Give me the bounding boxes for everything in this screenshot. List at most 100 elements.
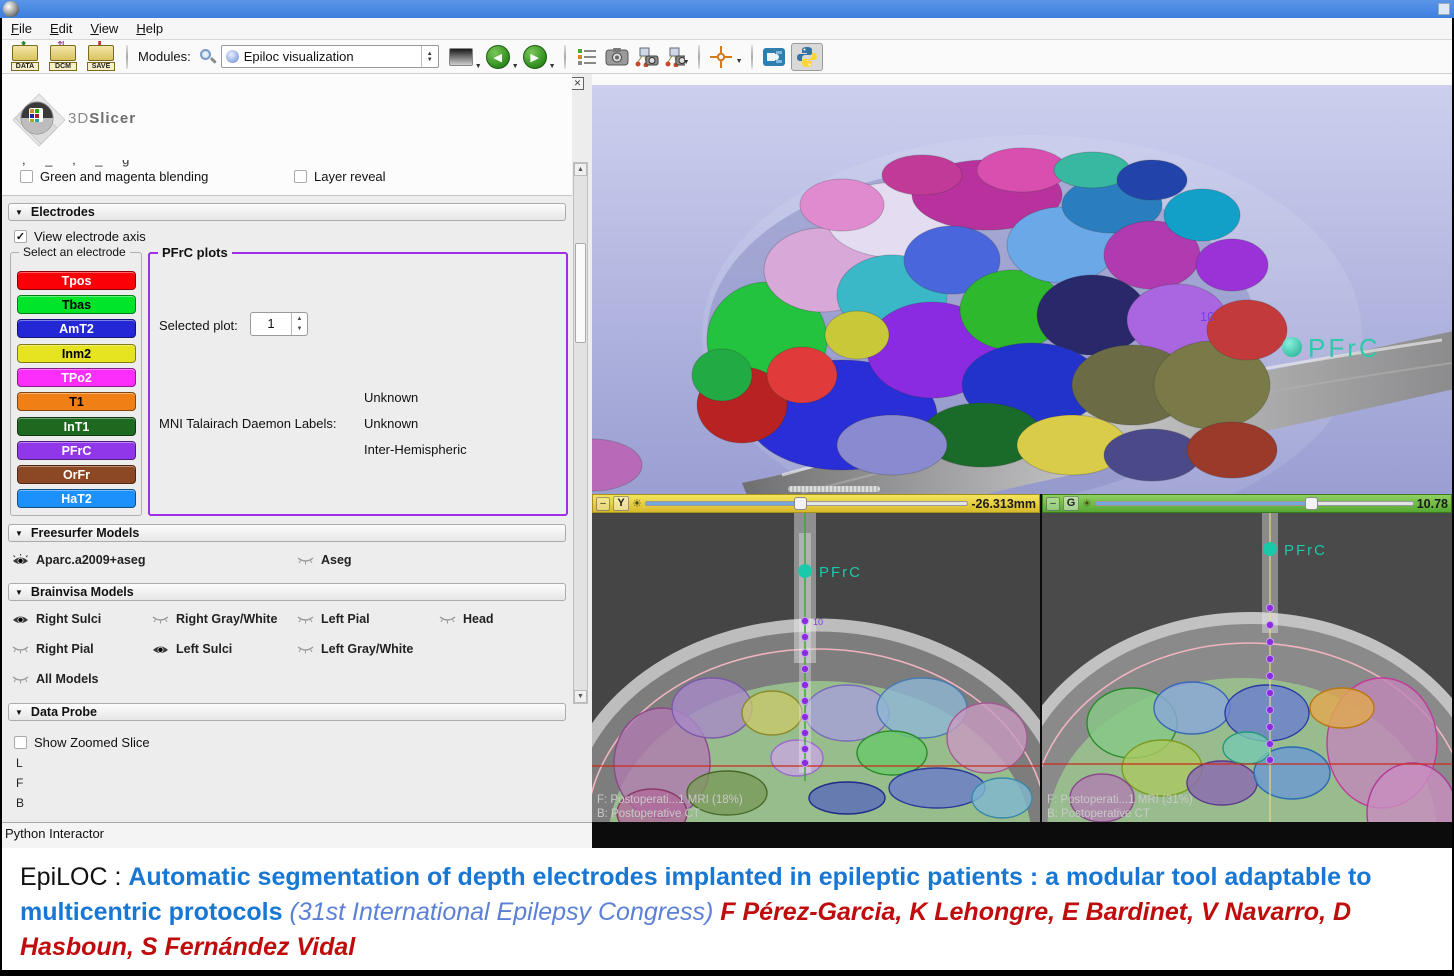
model-all-models[interactable]: All Models	[12, 672, 99, 686]
pane-resize-handle[interactable]	[788, 486, 880, 492]
checkbox-icon[interactable]	[20, 170, 33, 183]
electrode-button-int1[interactable]: InT1	[17, 417, 136, 436]
collapse-triangle-icon[interactable]: ▼	[15, 708, 23, 717]
model-left-pial[interactable]: Left Pial	[297, 612, 370, 626]
electrode-button-tbas[interactable]: Tbas	[17, 295, 136, 314]
slider-handle[interactable]	[1305, 497, 1318, 510]
pfrc-marker-sphere[interactable]	[1282, 337, 1302, 357]
pfrc-marker-dot[interactable]	[798, 564, 812, 578]
slice-pin-icon[interactable]: ☀	[632, 497, 642, 510]
selected-plot-spinbox[interactable]: 1 ▲▼	[250, 312, 308, 336]
model-right-sulci[interactable]: Right Sulci	[12, 612, 101, 626]
electrode-button-amt2[interactable]: AmT2	[17, 319, 136, 338]
save-button[interactable]: ⬇ SAVE	[84, 43, 118, 71]
dropdown-caret-icon[interactable]: ▼	[549, 63, 556, 70]
slice-view-label[interactable]: Y	[613, 496, 629, 511]
model-right-pial[interactable]: Right Pial	[12, 642, 94, 656]
electrode-button-pfrc[interactable]: PFrC	[17, 441, 136, 460]
green-slice-view[interactable]: PFrC F: Postoperati...1 MRI (31%) B: Pos…	[1042, 513, 1452, 822]
dropdown-caret-icon[interactable]: ▼	[683, 59, 690, 66]
module-finder-icon[interactable]	[574, 45, 600, 69]
slice-offset-slider[interactable]	[645, 501, 969, 506]
title-bar[interactable]	[0, 0, 1454, 18]
dropdown-caret-icon[interactable]: ▼	[736, 58, 743, 65]
scene-view-capture-button[interactable]	[634, 45, 660, 69]
spinbox-value[interactable]: 1	[251, 313, 291, 335]
checkbox-icon[interactable]	[14, 736, 27, 749]
visibility-eye-icon[interactable]	[439, 613, 456, 626]
module-search-icon[interactable]	[199, 48, 217, 66]
model-aparc[interactable]: Aparc.a2009+aseg	[12, 553, 145, 567]
checkbox-icon[interactable]	[294, 170, 307, 183]
python-interactor-button[interactable]	[791, 43, 823, 71]
mni-value-1: Unknown	[364, 390, 418, 405]
slice-offset-slider[interactable]	[1095, 501, 1414, 506]
electrode-button-hat2[interactable]: HaT2	[17, 489, 136, 508]
model-aseg[interactable]: Aseg	[297, 553, 352, 567]
model-head[interactable]: Head	[439, 612, 494, 626]
green-magenta-checkbox[interactable]: Green and magenta blending	[20, 169, 208, 184]
view-electrode-axis-checkbox[interactable]: View electrode axis	[14, 229, 146, 244]
slice-pin-icon[interactable]: ☀	[1082, 497, 1092, 510]
menu-view[interactable]: View	[81, 19, 127, 38]
data-probe-section-header[interactable]: ▼ Data Probe	[8, 703, 566, 721]
visibility-eye-icon[interactable]	[297, 613, 314, 626]
view-3d[interactable]: 10 PFrC	[592, 85, 1452, 494]
module-back-button[interactable]: ◀	[486, 45, 510, 69]
combobox-spinner-icon[interactable]: ▲▼	[421, 46, 438, 67]
pfrc-marker-dot[interactable]	[1263, 542, 1277, 556]
visibility-eye-icon[interactable]	[12, 554, 29, 567]
menu-help[interactable]: Help	[127, 19, 172, 38]
load-data-button[interactable]: ⬆ DATA	[8, 43, 42, 71]
show-zoomed-slice-checkbox[interactable]: Show Zoomed Slice	[14, 735, 150, 750]
crosshair-button[interactable]	[708, 45, 734, 69]
electrode-button-orfr[interactable]: OrFr	[17, 465, 136, 484]
python-interactor-title[interactable]: Python Interactor	[2, 822, 592, 848]
panel-scrollbar[interactable]: ▲ ▼	[573, 162, 588, 704]
visibility-eye-icon[interactable]	[12, 673, 29, 686]
menu-edit[interactable]: Edit	[41, 19, 81, 38]
model-left-sulci[interactable]: Left Sulci	[152, 642, 232, 656]
collapse-slice-button[interactable]: –	[1046, 497, 1060, 511]
electrodes-section-header[interactable]: ▼ Electrodes	[8, 203, 566, 221]
dropdown-caret-icon[interactable]: ▼	[475, 63, 482, 70]
screenshot-camera-button[interactable]	[604, 45, 630, 69]
visibility-eye-icon[interactable]	[297, 554, 314, 567]
extensions-manager-button[interactable]	[761, 45, 787, 69]
model-left-gray-white[interactable]: Left Gray/White	[297, 642, 413, 656]
slider-handle[interactable]	[794, 497, 807, 510]
electrode-button-tpo2[interactable]: TPo2	[17, 368, 136, 387]
checkbox-icon[interactable]	[14, 230, 27, 243]
brainvisa-section-header[interactable]: ▼ Brainvisa Models	[8, 583, 566, 601]
panel-close-icon[interactable]: ✕	[571, 77, 584, 90]
scrollbar-thumb[interactable]	[575, 243, 586, 343]
module-history-button[interactable]	[449, 48, 473, 66]
electrode-button-inm2[interactable]: Inm2	[17, 344, 136, 363]
slice-view-label[interactable]: G	[1063, 496, 1079, 511]
titlebar-button[interactable]	[1438, 3, 1450, 15]
electrode-button-t1[interactable]: T1	[17, 392, 136, 411]
visibility-eye-icon[interactable]	[297, 643, 314, 656]
collapse-triangle-icon[interactable]: ▼	[15, 588, 23, 597]
visibility-eye-icon[interactable]	[152, 643, 169, 656]
scroll-down-icon[interactable]: ▼	[574, 690, 587, 703]
scene-views-menu-button[interactable]: ▼	[664, 45, 690, 69]
collapse-triangle-icon[interactable]: ▼	[15, 208, 23, 217]
collapse-slice-button[interactable]: –	[596, 497, 610, 511]
dicom-button[interactable]: ⇅ DCM	[46, 43, 80, 71]
menu-file[interactable]: File	[2, 19, 41, 38]
visibility-eye-icon[interactable]	[12, 613, 29, 626]
yellow-slice-view[interactable]: 10 PFrC F: Postoperati...1 MRI (18%) B: …	[592, 513, 1040, 822]
visibility-eye-icon[interactable]	[12, 643, 29, 656]
spinbox-arrows-icon[interactable]: ▲▼	[291, 313, 307, 335]
module-selector-combobox[interactable]: Epiloc visualization ▲▼	[221, 45, 439, 68]
scroll-up-icon[interactable]: ▲	[574, 163, 587, 176]
module-forward-button[interactable]: ▶	[523, 45, 547, 69]
model-right-gray-white[interactable]: Right Gray/White	[152, 612, 277, 626]
layer-reveal-checkbox[interactable]: Layer reveal	[294, 169, 386, 184]
electrode-button-tpos[interactable]: Tpos	[17, 271, 136, 290]
freesurfer-section-header[interactable]: ▼ Freesurfer Models	[8, 524, 566, 542]
collapse-triangle-icon[interactable]: ▼	[15, 529, 23, 538]
visibility-eye-icon[interactable]	[152, 613, 169, 626]
dropdown-caret-icon[interactable]: ▼	[512, 63, 519, 70]
